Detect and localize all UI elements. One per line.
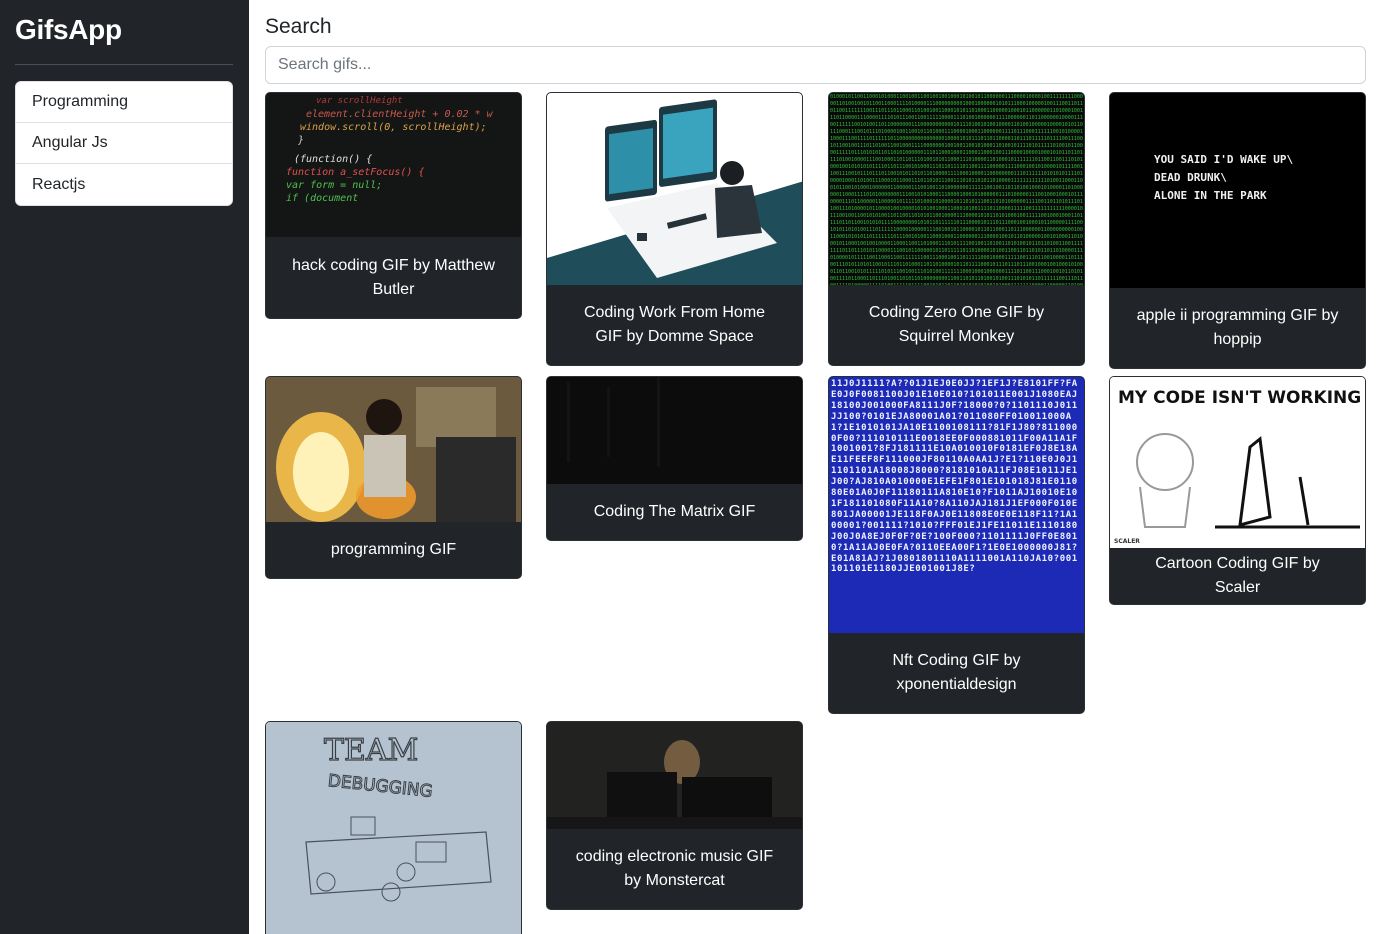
gif-title: Coding Work From Home GIF by Domme Space — [583, 304, 766, 345]
screen-text-line: YOU SAID I'D WAKE UP\ — [1154, 153, 1294, 166]
cartoon-scene: MY CODE ISN'T WORKING ... SCALER — [1110, 377, 1365, 548]
gif-image — [547, 377, 802, 484]
gif-title: hack coding GIF by Matthew Butler — [292, 256, 495, 298]
code-line: window.scroll(0, scrollHeight); — [300, 122, 487, 133]
code-line: if (document — [286, 193, 359, 204]
gif-card[interactable]: 11J0J1111?A??01J1EJ0E0JJ?1EF1J?E8101FF?F… — [828, 376, 1085, 714]
gif-card[interactable]: 0100010110011000101000110010011001001001… — [828, 92, 1085, 366]
matrix-scene — [547, 377, 802, 484]
history-item-angular-js[interactable]: Angular Js — [16, 123, 232, 164]
app-title: GifsApp — [15, 14, 122, 45]
team-text: TEAM — [324, 733, 418, 768]
gif-title: Nft Coding GIF by xponentialdesign — [892, 652, 1021, 693]
gif-title: programming GIF — [330, 541, 457, 558]
gif-image — [547, 93, 802, 285]
gif-image: TEAM DEBUGGING — [266, 722, 521, 934]
code-line: element.clientHeight + 0.02 * w — [306, 109, 493, 120]
page-title: Search — [265, 15, 332, 38]
history-item-programming[interactable]: Programming — [16, 82, 232, 123]
gif-image: var scrollHeight element.clientHeight + … — [266, 93, 521, 237]
gif-card[interactable]: var scrollHeight element.clientHeight + … — [265, 92, 522, 319]
gif-image: 0100010110011000101000110010011001001001… — [829, 93, 1084, 285]
history-item-reactjs[interactable]: Reactjs — [16, 164, 232, 205]
search-history-list: Programming Angular Js Reactjs — [15, 81, 233, 206]
gif-title: Coding Zero One GIF by Squirrel Monkey — [868, 304, 1045, 345]
gif-title: Coding The Matrix GIF — [593, 503, 756, 520]
gif-title: coding electronic music GIF by Monsterca… — [575, 848, 774, 889]
gif-card[interactable]: Coding The Matrix GIF — [546, 376, 803, 541]
search-input[interactable] — [265, 46, 1366, 84]
code-line: var scrollHeight — [316, 96, 403, 106]
studio-scene — [547, 722, 802, 829]
gif-image: YOU SAID I'D WAKE UP\ DEAD DRUNK\ ALONE … — [1110, 93, 1365, 288]
desk-illustration — [547, 99, 802, 285]
team-debugging-sketch: TEAM DEBUGGING — [266, 722, 521, 934]
gif-card[interactable]: TEAM DEBUGGING — [265, 721, 522, 934]
gif-image — [547, 722, 802, 829]
screen-text-line: DEAD DRUNK\ — [1154, 171, 1227, 184]
cartoon-text: MY CODE ISN'T WORKING ... — [1118, 388, 1365, 408]
scaler-logo: SCALER — [1114, 538, 1140, 545]
code-line: } — [298, 135, 305, 146]
gif-title: apple ii programming GIF by hoppip — [1136, 307, 1339, 348]
screen-text-line: ALONE IN THE PARK — [1154, 189, 1267, 202]
sidebar: GifsApp Programming Angular Js Reactjs — [0, 0, 249, 934]
code-line: (function() { — [294, 154, 373, 165]
gif-card[interactable]: YOU SAID I'D WAKE UP\ DEAD DRUNK\ ALONE … — [1109, 92, 1366, 369]
gif-card[interactable]: Coding Work From Home GIF by Domme Space — [546, 92, 803, 366]
gif-image — [266, 377, 521, 522]
gif-image: 11J0J1111?A??01J1EJ0E0JJ?1EF1J?E8101FF?F… — [829, 377, 1084, 633]
gif-image: MY CODE ISN'T WORKING ... SCALER — [1110, 377, 1365, 548]
gif-card[interactable]: programming GIF — [265, 376, 522, 579]
code-line: function a_setFocus() { — [286, 167, 425, 178]
sidebar-divider — [15, 64, 233, 65]
gif-card[interactable]: MY CODE ISN'T WORKING ... SCALER Cartoon… — [1109, 376, 1366, 605]
code-line: var form = null; — [286, 180, 383, 191]
gif-card[interactable]: coding electronic music GIF by Monsterca… — [546, 721, 803, 910]
gif-title: Cartoon Coding GIF by Scaler — [1155, 555, 1320, 596]
office-fire-scene — [266, 377, 521, 522]
